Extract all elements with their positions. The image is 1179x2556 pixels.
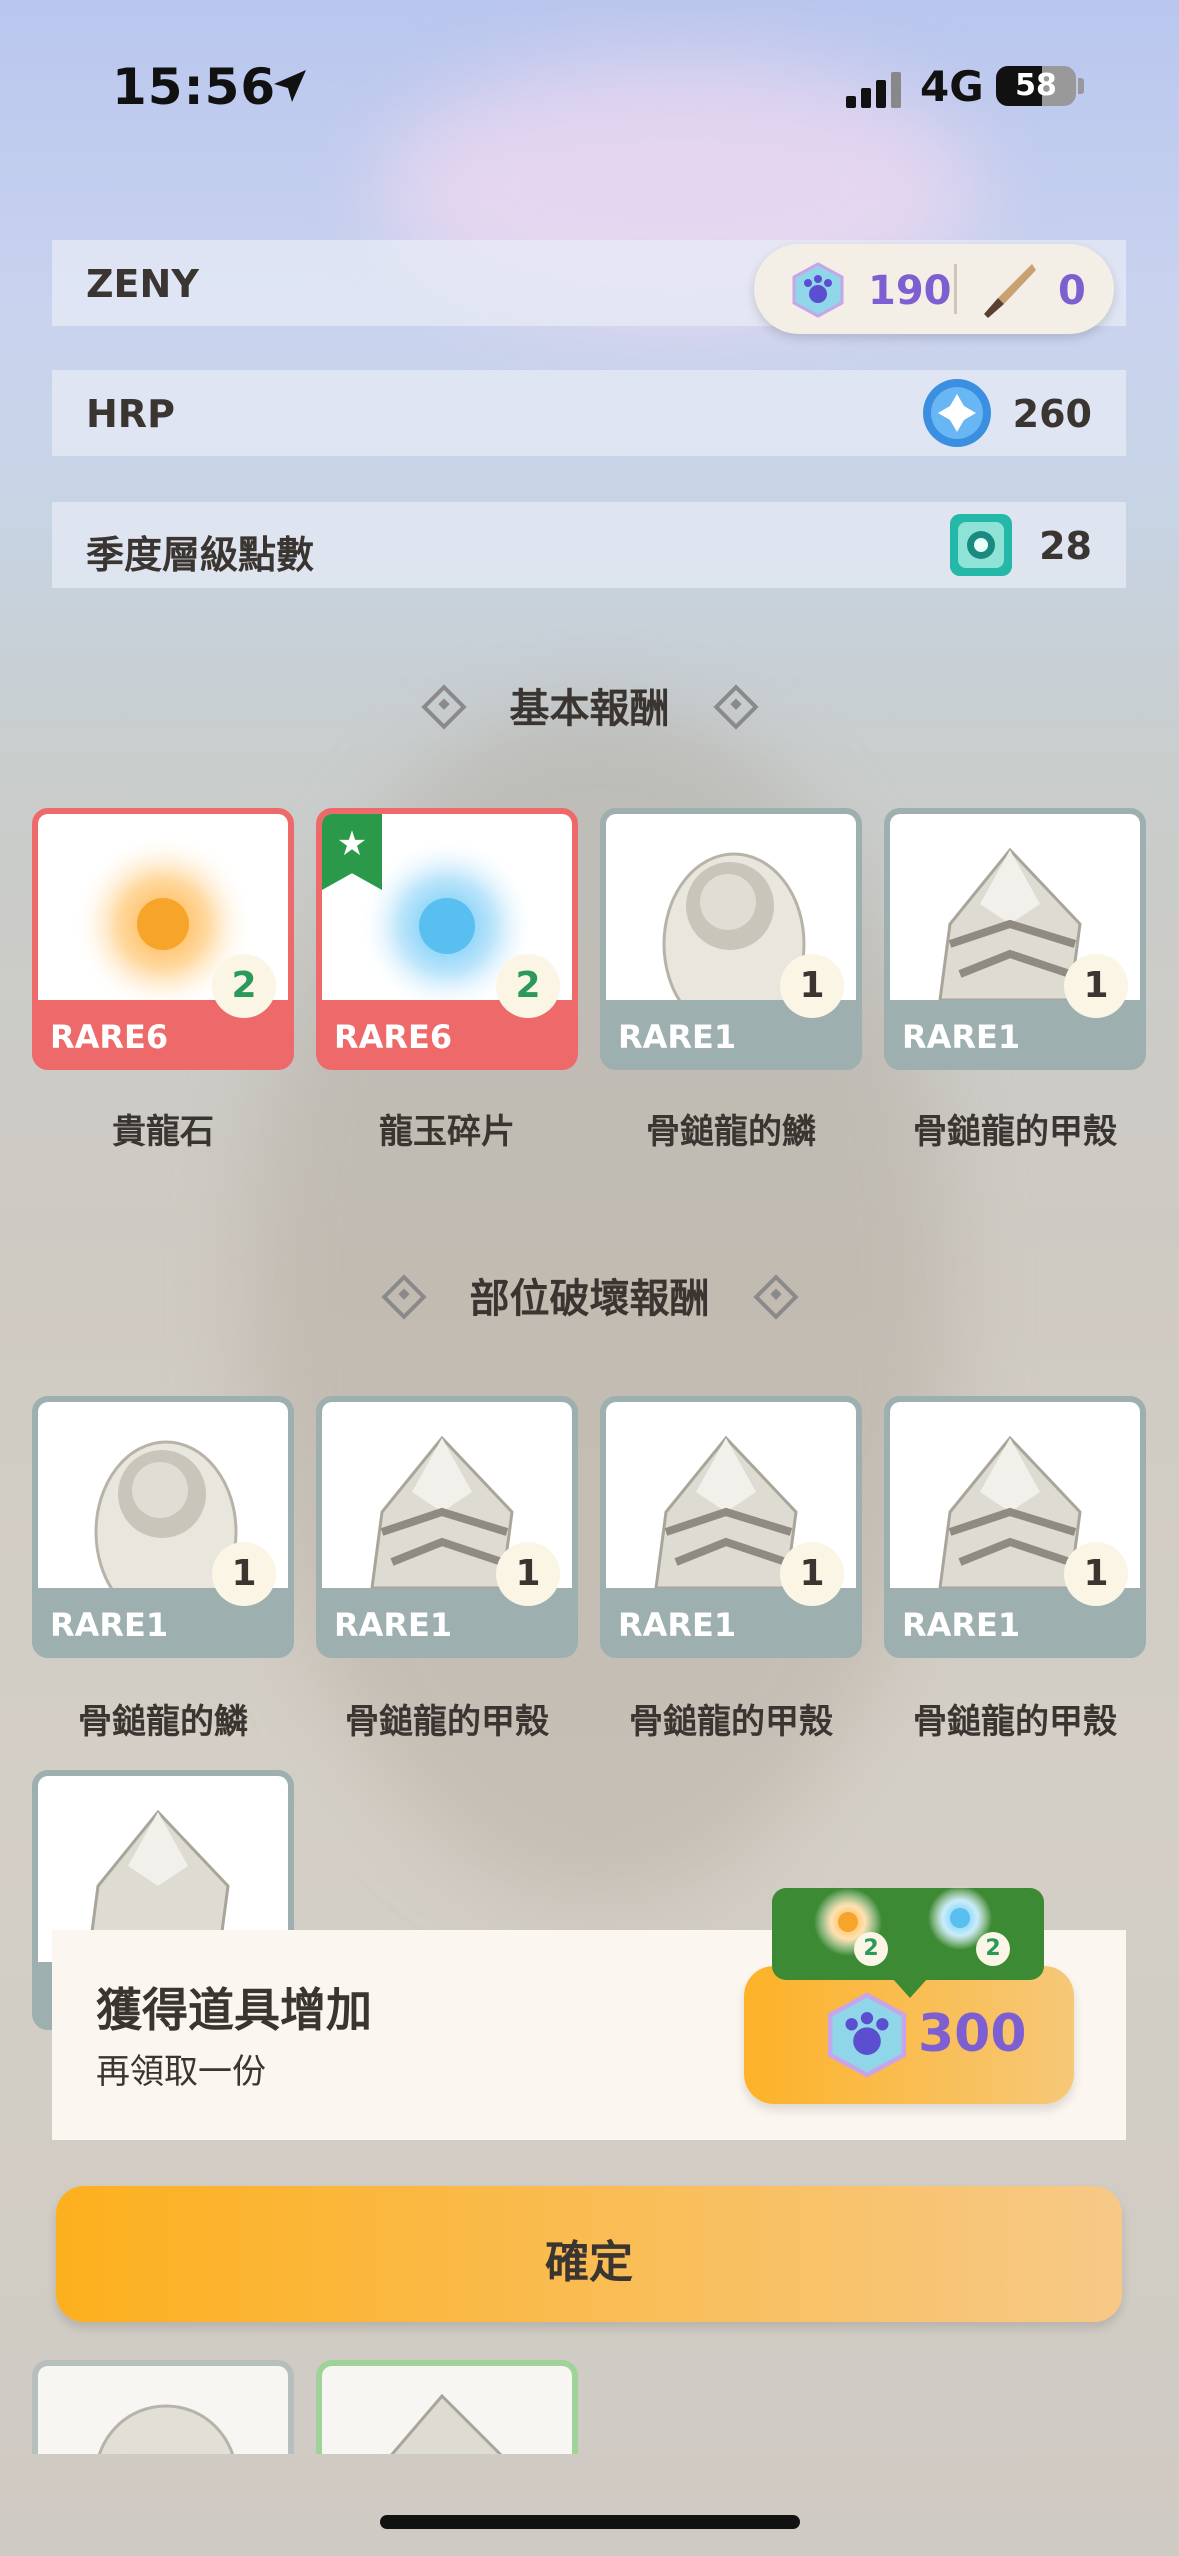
- confirm-label: 確定: [545, 2237, 633, 2288]
- item-name: 骨鎚龍的甲殼: [629, 1702, 833, 1742]
- status-bar: 15:56 4G 58: [0, 48, 1179, 128]
- item-name: 龍玉碎片: [379, 1112, 515, 1152]
- item-name: 骨鎚龍的甲殼: [913, 1112, 1117, 1152]
- season-emblem-icon: [950, 514, 1012, 576]
- reward-card[interactable]: 1 RARE1: [884, 1396, 1146, 1658]
- basic-reward-title: 基本報酬: [0, 676, 1179, 734]
- network-type: 4G: [920, 62, 984, 111]
- knife-ticket-icon: [984, 264, 1036, 318]
- item-name: 骨鎚龍的甲殼: [913, 1702, 1117, 1742]
- hrp-label: HRP: [86, 392, 175, 436]
- rarity-label: RARE1: [618, 1018, 737, 1056]
- item-count: 1: [212, 1542, 276, 1606]
- reward-card[interactable]: ★ 2 RARE6: [316, 808, 578, 1070]
- item-count: 1: [780, 1542, 844, 1606]
- reward-card[interactable]: 1 RARE1: [600, 1396, 862, 1658]
- item-name: 骨鎚龍的鱗: [646, 1112, 816, 1152]
- reward-card[interactable]: 1 RARE1: [600, 808, 862, 1070]
- item-name: 貴龍石: [112, 1112, 214, 1152]
- popup-subtitle: 再領取一份: [96, 2052, 266, 2092]
- battery-icon: 58: [996, 66, 1076, 106]
- rarity-label: RARE1: [902, 1018, 1021, 1056]
- bone-shell-icon: [390, 2393, 503, 2454]
- bonus-count: 2: [976, 1932, 1010, 1966]
- rarity-label: RARE1: [50, 1606, 169, 1644]
- part-reward-title: 部位破壞報酬: [0, 1266, 1179, 1324]
- paw-gem-icon: [792, 262, 844, 318]
- zeny-label: ZENY: [86, 262, 199, 306]
- hrp-value: 260: [1012, 392, 1092, 436]
- rarity-label: RARE1: [618, 1606, 737, 1644]
- cost-amount: 300: [918, 2004, 1027, 2064]
- item-count: 1: [1064, 954, 1128, 1018]
- bone-scale-icon: [97, 2404, 235, 2454]
- season-row: 季度層級點數 28: [52, 502, 1126, 588]
- paw-gem-icon: [827, 1992, 907, 2078]
- item-name: 骨鎚龍的鱗: [78, 1702, 248, 1742]
- item-count: 1: [780, 954, 844, 1018]
- hrp-row: HRP 260: [52, 370, 1126, 456]
- reward-card[interactable]: 2 RARE6: [32, 808, 294, 1070]
- confirm-button[interactable]: 確定: [56, 2186, 1122, 2322]
- rarity-label: RARE6: [50, 1018, 169, 1056]
- reward-card[interactable]: 1 RARE1: [316, 1396, 578, 1658]
- bonus-items-tooltip: 2 2: [772, 1886, 1044, 1998]
- home-indicator[interactable]: [380, 2515, 800, 2529]
- reward-card[interactable]: 1 RARE1: [884, 808, 1146, 1070]
- item-count: 2: [212, 954, 276, 1018]
- item-count: 2: [496, 954, 560, 1018]
- reward-card[interactable]: [32, 2360, 294, 2454]
- item-count: 1: [1064, 1542, 1128, 1606]
- item-name: 骨鎚龍的甲殼: [345, 1702, 549, 1742]
- rarity-label: RARE1: [902, 1606, 1021, 1644]
- season-label: 季度層級點數: [86, 533, 315, 577]
- rarity-label: RARE1: [334, 1606, 453, 1644]
- clock: 15:56: [112, 58, 277, 116]
- hrp-orb-icon: [923, 379, 991, 447]
- reward-card[interactable]: [316, 2360, 578, 2454]
- item-count: 1: [496, 1542, 560, 1606]
- reward-card[interactable]: 1 RARE1: [32, 1396, 294, 1658]
- location-arrow-icon: [274, 70, 306, 102]
- ticket-count: 0: [1058, 268, 1086, 314]
- wallet-pill[interactable]: 190 0: [754, 244, 1114, 334]
- bonus-count: 2: [854, 1932, 888, 1966]
- popup-title: 獲得道具增加: [96, 1983, 372, 2037]
- signal-icon: [846, 72, 906, 108]
- rarity-label: RARE6: [334, 1018, 453, 1056]
- season-value: 28: [1039, 524, 1092, 568]
- gem-count: 190: [868, 268, 952, 314]
